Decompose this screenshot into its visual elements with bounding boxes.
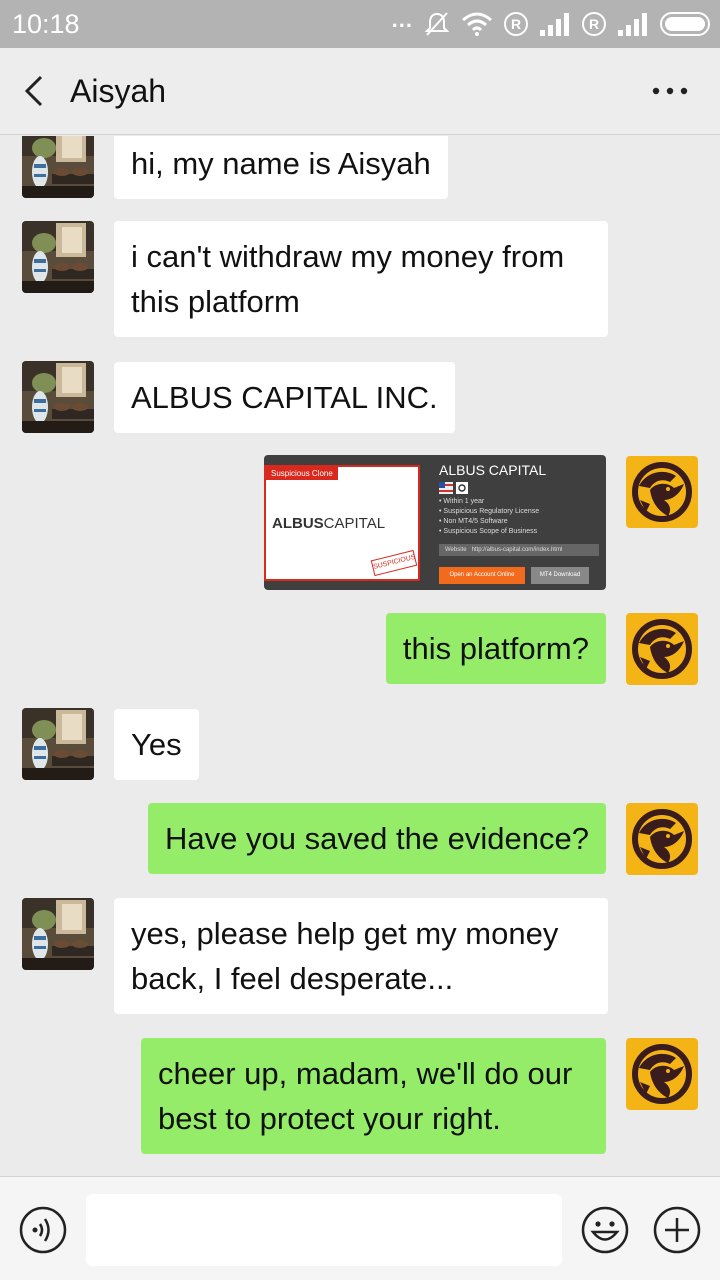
status-icons: ... R R: [391, 7, 710, 38]
mute-bell-icon: [424, 12, 450, 36]
incoming-message[interactable]: ALBUS CAPITAL INC.: [114, 362, 455, 433]
signal-icon: [618, 13, 647, 36]
chevron-left-icon[interactable]: [14, 70, 56, 112]
contact-avatar[interactable]: [22, 708, 94, 780]
agent-avatar[interactable]: [626, 613, 698, 685]
chat-title: Aisyah: [70, 73, 167, 109]
image-message[interactable]: Suspicious Clone ALBUSCAPITAL SUSPICIOUS…: [264, 455, 606, 590]
emoji-icon[interactable]: [580, 1205, 630, 1255]
sim2-roaming-badge: R: [582, 12, 606, 36]
chat-header: Aisyah: [0, 48, 720, 135]
incoming-message[interactable]: yes, please help get my money back, I fe…: [114, 898, 608, 1014]
agent-avatar[interactable]: [626, 456, 698, 528]
status-bar: 10:18 ... R R: [0, 0, 720, 48]
image-tag: Suspicious Clone: [266, 467, 338, 480]
plus-icon[interactable]: [652, 1205, 702, 1255]
outgoing-message[interactable]: cheer up, madam, we'll do our best to pr…: [141, 1038, 606, 1154]
incoming-message[interactable]: hi, my name is Aisyah: [114, 136, 448, 199]
image-open-account: Open an Account Online: [439, 567, 525, 584]
image-title: ALBUS CAPITAL: [439, 462, 547, 478]
incoming-message[interactable]: Yes: [114, 709, 199, 780]
wifi-icon: [462, 12, 492, 36]
incoming-message[interactable]: i can't withdraw my money from this plat…: [114, 221, 608, 337]
contact-avatar[interactable]: [22, 136, 94, 198]
message-list[interactable]: hi, my name is Aisyah i can't withdraw m…: [0, 136, 720, 1176]
sim1-roaming-badge: R: [504, 12, 528, 36]
contact-avatar[interactable]: [22, 361, 94, 433]
more-dots-icon[interactable]: [650, 70, 690, 112]
signal-icon: [540, 13, 569, 36]
status-dots: ...: [391, 7, 413, 32]
voice-icon[interactable]: [18, 1205, 68, 1255]
battery-icon: [660, 12, 710, 36]
image-stamp: SUSPICIOUS: [370, 549, 418, 577]
contact-avatar[interactable]: [22, 898, 94, 970]
outgoing-message[interactable]: this platform?: [385, 613, 606, 684]
status-time: 10:18: [12, 9, 80, 39]
flag-icon: [439, 482, 468, 494]
image-list: • Within 1 year • Suspicious Regulatory …: [439, 498, 540, 535]
agent-avatar[interactable]: [626, 803, 698, 875]
image-download: MT4 Download: [531, 567, 589, 584]
contact-avatar[interactable]: [22, 221, 94, 293]
input-bar: [0, 1176, 720, 1280]
outgoing-message[interactable]: Have you saved the evidence?: [148, 803, 606, 874]
agent-avatar[interactable]: [626, 1038, 698, 1110]
image-logo: ALBUSCAPITAL: [272, 515, 386, 532]
image-url: Website http://albus-capital.com/index.h…: [439, 544, 599, 556]
message-input[interactable]: [86, 1194, 562, 1266]
image-card-left: Suspicious Clone ALBUSCAPITAL SUSPICIOUS: [264, 465, 420, 581]
